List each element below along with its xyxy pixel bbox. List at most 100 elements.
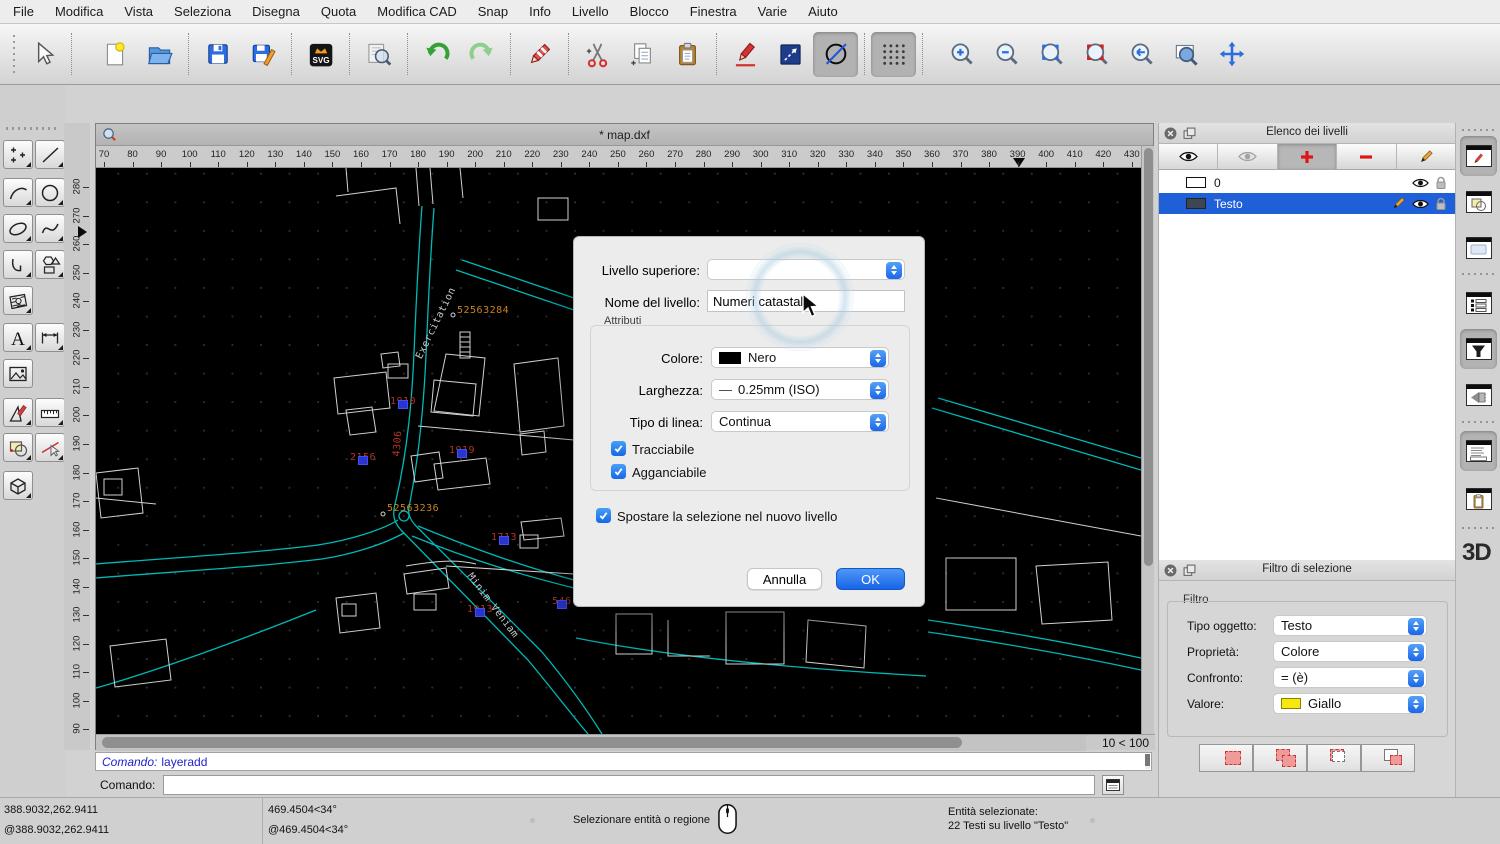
snappable-checkbox[interactable]	[611, 464, 626, 479]
ok-button[interactable]: OK	[836, 568, 905, 590]
layer-row-testo[interactable]: Testo	[1159, 193, 1455, 214]
move-selection-checkbox[interactable]	[596, 508, 611, 523]
zoom-in-button[interactable]	[939, 32, 984, 77]
panel-command-line-button[interactable]	[1460, 431, 1497, 471]
pencil-icon[interactable]	[1391, 196, 1406, 211]
restrict-nothing-button[interactable]	[813, 32, 858, 77]
menu-item-modifica[interactable]: Modifica	[55, 4, 103, 19]
open-file-button[interactable]	[137, 32, 182, 77]
save-button[interactable]	[195, 32, 240, 77]
tool-spline[interactable]	[35, 214, 65, 243]
tool-text[interactable]: A	[3, 323, 33, 352]
map-text-label[interactable]: 52563284	[457, 305, 509, 316]
tool-image[interactable]	[3, 359, 33, 388]
menu-item-snap[interactable]: Snap	[478, 4, 508, 19]
document-titlebar[interactable]: * map.dxf	[96, 124, 1153, 146]
zoom-window-button[interactable]	[1164, 32, 1209, 77]
svg-export-button[interactable]: SVG	[298, 32, 343, 77]
cut-button[interactable]	[575, 32, 620, 77]
v-scrollbar[interactable]	[1141, 146, 1154, 734]
menu-item-aiuto[interactable]: Aiuto	[808, 4, 838, 19]
history-scrollbar-thumb[interactable]	[1145, 754, 1150, 766]
menu-item-quota[interactable]: Quota	[321, 4, 356, 19]
pointer-tool-button[interactable]	[20, 32, 65, 77]
pan-button[interactable]	[1209, 32, 1254, 77]
h-scrollbar[interactable]: 10 < 100	[96, 734, 1155, 750]
menu-item-blocco[interactable]: Blocco	[630, 4, 669, 19]
linetype-select[interactable]: Continua	[711, 411, 889, 432]
tool-shape[interactable]	[35, 250, 65, 279]
tool-hatch[interactable]	[3, 286, 33, 315]
redo-button[interactable]	[459, 32, 504, 77]
menu-item-modifica-cad[interactable]: Modifica CAD	[377, 4, 456, 19]
copy-button[interactable]	[620, 32, 665, 77]
color-select[interactable]: Nero	[711, 347, 889, 368]
print-preview-button[interactable]	[356, 32, 401, 77]
toolbar-grip[interactable]	[12, 35, 16, 73]
tool-construction[interactable]	[3, 398, 33, 427]
menu-item-seleziona[interactable]: Seleziona	[174, 4, 231, 19]
eye-icon[interactable]	[1412, 198, 1429, 210]
zoom-selection-button[interactable]	[1074, 32, 1119, 77]
new-file-button[interactable]	[92, 32, 137, 77]
panel-property-editor-button[interactable]	[1460, 283, 1497, 323]
selection-subtract-button[interactable]	[1361, 744, 1415, 772]
tool-measure[interactable]	[35, 398, 65, 427]
selection-add-button[interactable]	[1253, 744, 1307, 772]
panel-view-list-button[interactable]	[1460, 228, 1497, 268]
draw-pencil-button[interactable]	[723, 32, 768, 77]
bar-grip[interactable]	[1462, 129, 1495, 131]
menu-item-info[interactable]: Info	[529, 4, 551, 19]
tool-arc[interactable]	[3, 178, 33, 207]
tool-line[interactable]	[35, 140, 65, 169]
show-all-layers-button[interactable]	[1159, 144, 1218, 169]
lock-icon[interactable]	[1435, 197, 1447, 211]
cancel-button[interactable]: Annulla	[747, 568, 822, 590]
save-as-button[interactable]	[240, 32, 285, 77]
grid-toggle-button[interactable]	[871, 32, 916, 77]
menu-item-livello[interactable]: Livello	[572, 4, 609, 19]
palette-grip[interactable]	[6, 127, 58, 130]
menu-item-disegna[interactable]: Disegna	[252, 4, 300, 19]
tool-polyline[interactable]	[3, 250, 33, 279]
add-layer-button[interactable]	[1278, 144, 1337, 169]
parent-layer-select[interactable]	[707, 259, 905, 280]
hide-all-layers-button[interactable]	[1218, 144, 1277, 169]
eye-icon[interactable]	[1412, 177, 1429, 189]
zoom-out-button[interactable]	[984, 32, 1029, 77]
command-input[interactable]	[163, 775, 1095, 795]
layer-row-0[interactable]: 0	[1159, 172, 1455, 193]
selection-replace-button[interactable]	[1199, 744, 1253, 772]
command-history[interactable]: Comando: layeradd	[95, 752, 1152, 771]
panel-selection-filter-button[interactable]	[1460, 329, 1497, 369]
panel-perspective-button[interactable]	[1460, 375, 1497, 415]
menu-item-finestra[interactable]: Finestra	[690, 4, 737, 19]
map-text-label[interactable]: 4306	[392, 430, 405, 457]
label-3d[interactable]: 3D	[1462, 539, 1491, 567]
comparison-select[interactable]: = (è)	[1273, 667, 1427, 688]
map-text-label[interactable]: 52563236	[387, 503, 439, 514]
history-scrollbar[interactable]	[1145, 754, 1150, 769]
panel-clipboard-button[interactable]	[1460, 479, 1497, 519]
selection-intersect-button[interactable]	[1307, 744, 1361, 772]
tool-3d-box[interactable]	[3, 471, 33, 500]
h-scrollbar-track[interactable]	[96, 735, 1086, 751]
zoom-previous-button[interactable]	[1119, 32, 1164, 77]
paste-button[interactable]	[665, 32, 710, 77]
zoom-auto-button[interactable]	[1029, 32, 1074, 77]
edit-pencil-button[interactable]	[517, 32, 562, 77]
value-select[interactable]: Giallo	[1273, 693, 1427, 714]
property-select[interactable]: Colore	[1273, 641, 1427, 662]
tool-trim[interactable]	[35, 433, 65, 462]
command-options-button[interactable]	[1102, 775, 1124, 795]
object-type-select[interactable]: Testo	[1273, 615, 1427, 636]
h-scrollbar-thumb[interactable]	[102, 737, 962, 748]
map-text-label[interactable]: Exercitation	[414, 286, 458, 361]
menu-item-varie[interactable]: Varie	[758, 4, 787, 19]
menu-item-vista[interactable]: Vista	[124, 4, 153, 19]
lineweight-select[interactable]: — 0.25mm (ISO)	[711, 379, 889, 400]
lock-icon[interactable]	[1435, 176, 1447, 190]
panel-block-list-button[interactable]	[1460, 182, 1497, 222]
remove-layer-button[interactable]	[1337, 144, 1396, 169]
tool-dimension[interactable]	[35, 323, 65, 352]
